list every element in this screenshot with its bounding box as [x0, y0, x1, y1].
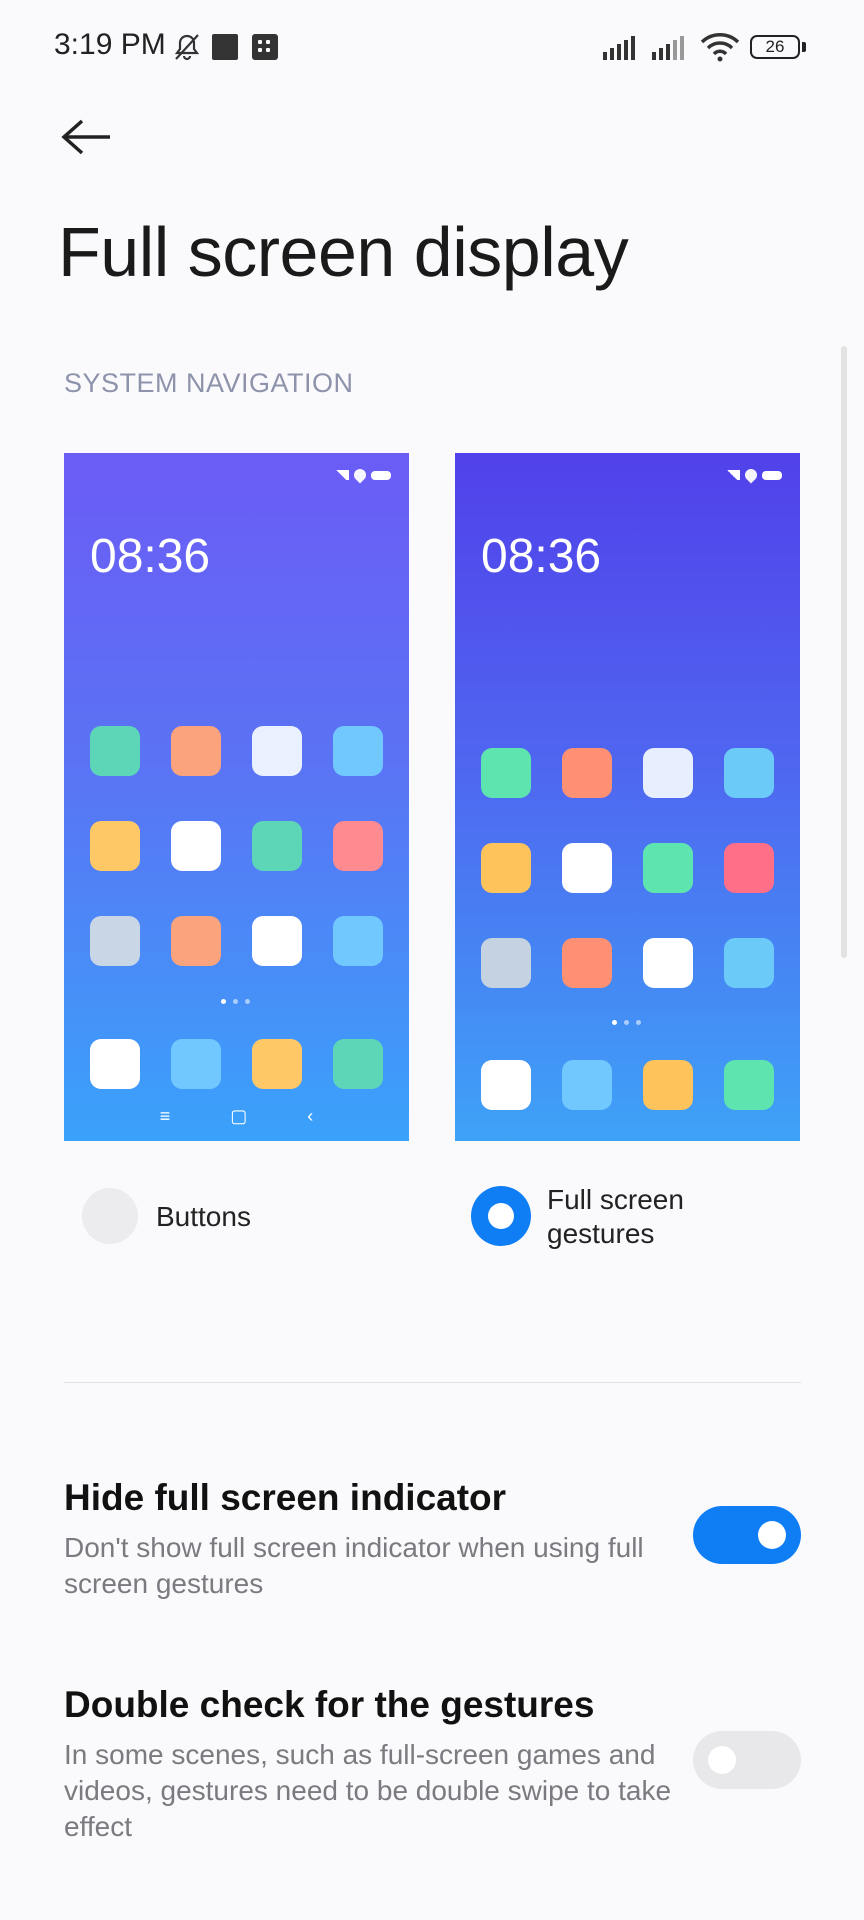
hide-indicator-title: Hide full screen indicator [64, 1477, 507, 1518]
gestures-preview[interactable]: 08:36 [455, 453, 800, 1141]
app-tile [90, 821, 140, 871]
back-button[interactable] [60, 115, 116, 159]
app-tile [333, 916, 383, 966]
app-tile [252, 821, 302, 871]
app-tile [481, 748, 531, 798]
preview-clock: 08:36 [481, 530, 602, 583]
app-tile [724, 843, 774, 893]
status-time: 3:19 PM [54, 28, 166, 61]
buttons-label[interactable]: Buttons [156, 1200, 251, 1234]
app-tile [333, 821, 383, 871]
notification-square-icon [212, 32, 238, 62]
preview-nav-buttons: ≡ ▢ ‹ [64, 1106, 409, 1127]
back-icon: ‹ [307, 1106, 314, 1126]
app-tile [481, 938, 531, 988]
battery-icon: 26 [750, 32, 806, 62]
double-check-desc: In some scenes, such as full-screen game… [64, 1739, 672, 1842]
dock-tile [562, 1060, 612, 1110]
divider [64, 1382, 801, 1383]
app-tile [252, 916, 302, 966]
app-tile [643, 938, 693, 988]
page-title: Full screen display [58, 213, 629, 291]
preview-status-icons [724, 466, 782, 484]
dock-tile [90, 1039, 140, 1089]
preview-app-grid [90, 726, 383, 966]
gestures-radio[interactable] [471, 1186, 531, 1246]
mute-icon [172, 32, 202, 62]
signal-icon [602, 32, 642, 62]
dock-tile [481, 1060, 531, 1110]
app-tile [724, 748, 774, 798]
double-check-toggle[interactable] [693, 1731, 801, 1789]
back-arrow-icon [61, 119, 110, 155]
gestures-label[interactable]: Full screen gestures [547, 1183, 727, 1251]
wifi-icon [700, 32, 740, 62]
app-tile [562, 748, 612, 798]
page-dots [612, 1020, 641, 1025]
app-tile [252, 726, 302, 776]
dock-tile [724, 1060, 774, 1110]
battery-level: 26 [750, 35, 800, 59]
app-tile [171, 916, 221, 966]
app-tile [90, 916, 140, 966]
app-tile [562, 843, 612, 893]
section-header: SYSTEM NAVIGATION [64, 368, 354, 398]
app-tile [171, 821, 221, 871]
home-icon: ▢ [230, 1106, 248, 1126]
hide-indicator-desc: Don't show full screen indicator when us… [64, 1532, 644, 1599]
notification-app-icon [252, 32, 278, 62]
app-tile [90, 726, 140, 776]
page-dots [221, 999, 250, 1004]
dock-tile [252, 1039, 302, 1089]
buttons-radio[interactable] [82, 1188, 138, 1244]
app-tile [481, 843, 531, 893]
preview-clock: 08:36 [90, 530, 211, 583]
preview-dock [90, 1039, 383, 1089]
app-tile [643, 843, 693, 893]
hide-indicator-toggle[interactable] [693, 1506, 801, 1564]
dock-tile [333, 1039, 383, 1089]
dock-tile [171, 1039, 221, 1089]
menu-icon: ≡ [159, 1106, 171, 1126]
app-tile [643, 748, 693, 798]
buttons-preview[interactable]: 08:36 ≡ ▢ ‹ [64, 453, 409, 1141]
preview-dock [481, 1060, 774, 1110]
preview-status-icons [333, 466, 391, 484]
app-tile [171, 726, 221, 776]
app-tile [562, 938, 612, 988]
double-check-title: Double check for the gestures [64, 1684, 595, 1725]
preview-app-grid [481, 748, 774, 988]
scrollbar[interactable] [841, 346, 847, 958]
signal-2-icon [651, 32, 691, 62]
dock-tile [643, 1060, 693, 1110]
app-tile [724, 938, 774, 988]
app-tile [333, 726, 383, 776]
